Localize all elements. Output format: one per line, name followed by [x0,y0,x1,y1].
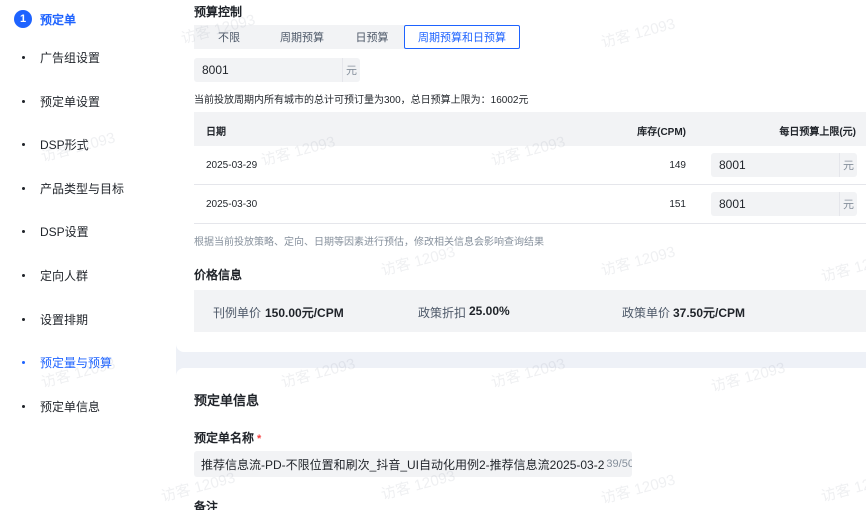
daily-budget-input[interactable]: 8001 元 [711,153,857,177]
order-name-label-text: 预定单名称 [194,431,255,445]
order-name-value[interactable]: 推荐信息流-PD-不限位置和刷次_抖音_UI自动化用例2-推荐信息流2025-0… [201,456,604,473]
sidebar-item-product-type[interactable]: 产品类型与目标 [22,179,124,197]
sidebar-item-targeting[interactable]: 定向人群 [22,266,88,284]
bullet-icon [22,99,25,103]
budget-type-tabs: 不限 周期预算 日预算 周期预算和日预算 [194,25,520,49]
tab-unlimited[interactable]: 不限 [194,25,264,49]
sidebar-item-label: DSP形式 [40,137,89,152]
table-row: 2025-03-30 151 8001 元 [194,185,866,224]
bullet-icon [22,317,25,321]
char-counter: 39/50 [606,458,632,470]
order-name-input[interactable]: 推荐信息流-PD-不限位置和刷次_抖音_UI自动化用例2-推荐信息流2025-0… [194,451,632,477]
list-price-label: 刊例单价 [213,306,262,320]
sidebar-item-label: 产品类型与目标 [40,181,125,196]
bullet-icon [22,229,25,233]
daily-budget-value[interactable]: 8001 [711,158,839,172]
daily-budget-table-header: 日期 库存(CPM) 每日预算上限(元) [194,112,866,146]
bullet-icon [22,55,25,59]
sidebar-item-label: 设置排期 [40,312,89,327]
column-header-date: 日期 [206,127,226,138]
sidebar-item-label: 广告组设置 [40,50,101,65]
currency-unit: 元 [342,58,360,82]
sidebar-item-ad-group[interactable]: 广告组设置 [22,48,100,66]
sidebar-item-dsp-form[interactable]: DSP形式 [22,135,89,153]
sidebar-item-label: 定向人群 [40,268,89,283]
column-header-stock: 库存(CPM) [637,127,686,138]
step-number-badge: 1 [14,10,32,28]
discount-value: 25.00% [469,304,510,318]
discount-label: 政策折扣 [418,306,467,320]
budget-hint: 当前投放周期内所有城市的总计可预订量为300，总日预算上限为：16002元 [194,95,529,106]
column-header-daily-budget: 每日预算上限(元) [779,127,856,138]
sidebar-item-volume-budget[interactable]: 预定量与预算 [22,353,112,371]
sidebar-item-dsp-settings[interactable]: DSP设置 [22,222,89,240]
policy-price-value: 37.50元/CPM [673,306,746,320]
tab-period-budget[interactable]: 周期预算 [264,25,340,49]
tab-daily-budget[interactable]: 日预算 [340,25,404,49]
period-budget-value[interactable]: 8001 [194,63,342,77]
table-row: 2025-03-29 149 8001 元 [194,146,866,185]
bullet-icon [22,360,25,364]
price-info-box: 刊例单价 150.00元/CPM 政策折扣 25.00% 政策单价 37.50元… [194,290,866,332]
required-mark: * [257,433,262,445]
sidebar: 1 预定单 广告组设置 预定单设置 DSP形式 产品类型与目标 DSP设置 定向… [0,0,176,510]
order-info-card [176,368,866,510]
daily-budget-input[interactable]: 8001 元 [711,192,857,216]
sidebar-item-order-info[interactable]: 预定单信息 [22,397,100,415]
row-date: 2025-03-29 [206,160,258,171]
sidebar-item-label: 预定单信息 [40,399,101,414]
step-title: 预定单 [40,12,77,27]
row-stock: 151 [669,199,686,210]
policy-price-label: 政策单价 [622,306,671,320]
budget-control-title: 预算控制 [194,5,243,19]
sidebar-item-label: 预定单设置 [40,94,101,109]
sidebar-item-label: DSP设置 [40,224,89,239]
bullet-icon [22,186,25,190]
bullet-icon [22,404,25,408]
step-header: 1 预定单 [14,10,76,28]
row-stock: 149 [669,160,686,171]
price-info-title: 价格信息 [194,268,243,282]
tab-period-and-daily-budget[interactable]: 周期预算和日预算 [404,25,520,49]
bullet-icon [22,142,25,146]
sidebar-item-order-settings[interactable]: 预定单设置 [22,92,100,110]
sidebar-item-schedule[interactable]: 设置排期 [22,310,88,328]
period-budget-input[interactable]: 8001 元 [194,58,360,82]
bullet-icon [22,273,25,277]
remark-label: 备注 [194,500,219,510]
list-price-value: 150.00元/CPM [265,306,344,320]
order-info-title: 预定单信息 [194,393,260,408]
currency-unit: 元 [839,153,857,177]
estimate-note: 根据当前投放策略、定向、日期等因素进行预估，修改相关信息会影响查询结果 [194,237,544,248]
sidebar-item-label: 预定量与预算 [40,355,113,370]
currency-unit: 元 [839,192,857,216]
row-date: 2025-03-30 [206,199,258,210]
daily-budget-value[interactable]: 8001 [711,197,839,211]
order-name-label: 预定单名称 * [194,429,261,446]
